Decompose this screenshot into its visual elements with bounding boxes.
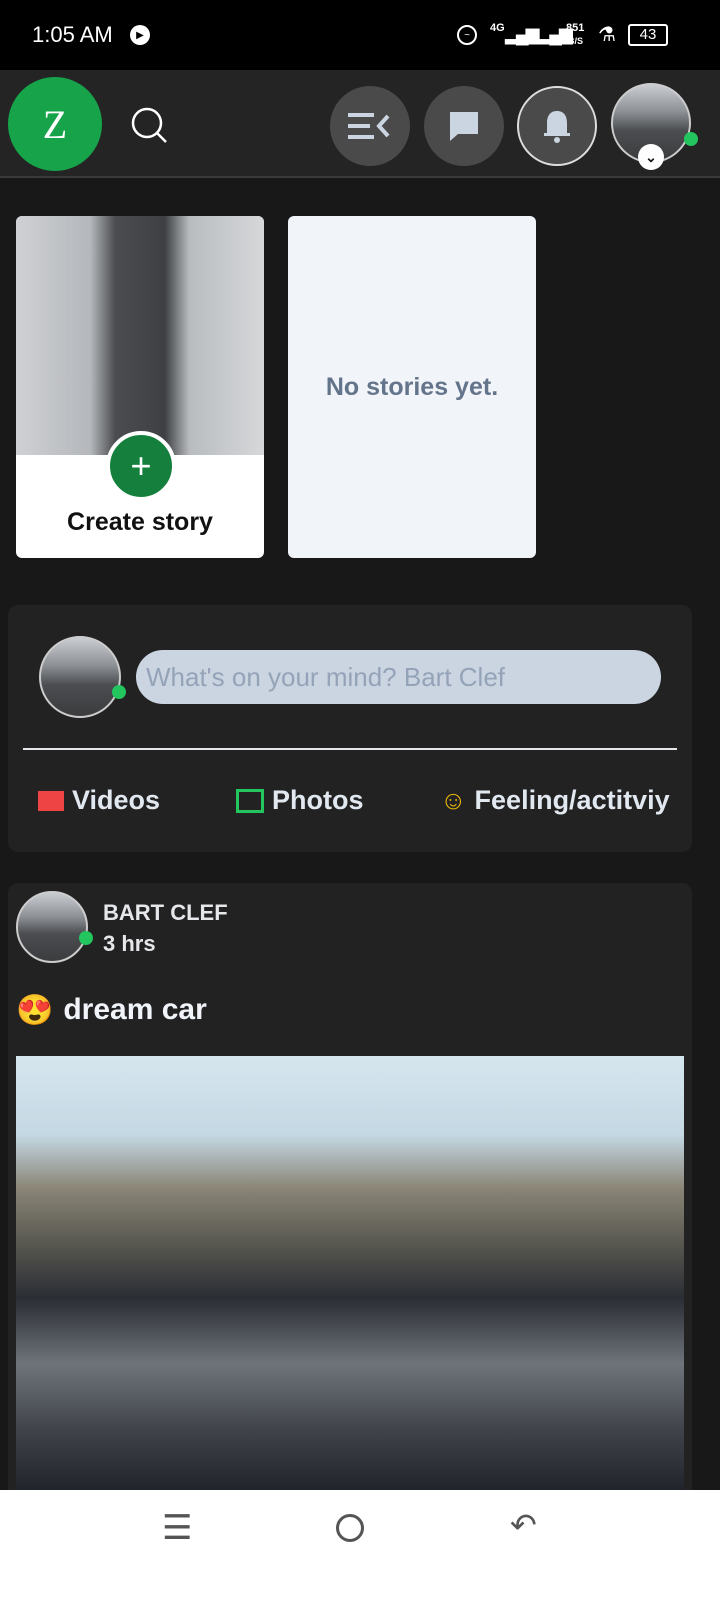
- feeling-button[interactable]: ☺ Feeling/actitviy: [440, 785, 670, 816]
- screen-record-icon: ▶: [130, 25, 150, 45]
- composer-avatar: [39, 636, 121, 718]
- create-story-card[interactable]: + Create story: [16, 216, 264, 558]
- flask-icon: ⚗: [598, 24, 616, 46]
- battery-indicator: 43: [628, 24, 668, 46]
- notifications-button[interactable]: [517, 86, 597, 166]
- home-icon[interactable]: [336, 1514, 364, 1542]
- menu-button[interactable]: [330, 86, 410, 166]
- smiley-plus-icon: ☺: [440, 785, 467, 815]
- post-time: 3 hrs: [103, 931, 156, 956]
- photos-label: Photos: [272, 785, 364, 815]
- back-icon[interactable]: ↶: [510, 1506, 537, 1544]
- system-nav-bar: ☰ ↶: [0, 1490, 720, 1612]
- speed-value: 851: [566, 22, 585, 34]
- app-logo[interactable]: Z: [8, 77, 102, 171]
- photos-button[interactable]: Photos: [236, 785, 364, 816]
- top-nav: Z ⌄: [0, 70, 720, 178]
- chat-icon: [450, 112, 478, 141]
- post-author-avatar[interactable]: [16, 891, 88, 963]
- status-input[interactable]: What's on your mind? Bart Clef: [136, 650, 661, 704]
- recents-icon[interactable]: ☰: [162, 1508, 192, 1548]
- search-icon[interactable]: [130, 106, 170, 146]
- story-photo: [16, 216, 264, 455]
- messenger-icon: ~: [457, 25, 477, 45]
- no-stories-card: No stories yet.: [288, 216, 536, 558]
- post-caption: dream car: [63, 993, 207, 1026]
- plus-icon[interactable]: +: [106, 431, 176, 501]
- bell-icon: [544, 111, 570, 143]
- messages-button[interactable]: [424, 86, 504, 166]
- post-author[interactable]: BART CLEF: [103, 900, 228, 926]
- speed-unit: B/S: [568, 36, 584, 46]
- videos-label: Videos: [72, 785, 161, 815]
- online-indicator: [684, 132, 698, 146]
- post-card: BART CLEF 3 hrs 😍 dream car: [8, 883, 692, 1503]
- video-icon: [38, 790, 64, 811]
- feeling-label: Feeling/actitviy: [474, 785, 670, 815]
- status-time: 1:05 AM: [32, 22, 113, 47]
- photos-icon: [236, 788, 264, 813]
- signal-icon: ▂▄▆ ▂▄▆: [505, 24, 573, 44]
- post-composer: What's on your mind? Bart Clef Videos Ph…: [8, 605, 692, 852]
- online-indicator: [112, 685, 126, 699]
- menu-collapse-icon: [348, 113, 390, 139]
- create-story-label: Create story: [67, 508, 213, 536]
- status-bar: 1:05 AM ▶ ~ 4G ▂▄▆ ▂▄▆ 851 B/S ⚗ 43: [0, 0, 720, 70]
- network-type: 4G: [490, 22, 505, 34]
- post-text: 😍 dream car: [16, 993, 207, 1028]
- videos-button[interactable]: Videos: [38, 785, 160, 816]
- divider: [23, 748, 677, 750]
- chevron-down-icon[interactable]: ⌄: [638, 144, 664, 170]
- online-indicator: [79, 931, 93, 945]
- post-image[interactable]: [16, 1056, 684, 1496]
- heart-eyes-emoji: 😍: [16, 994, 54, 1027]
